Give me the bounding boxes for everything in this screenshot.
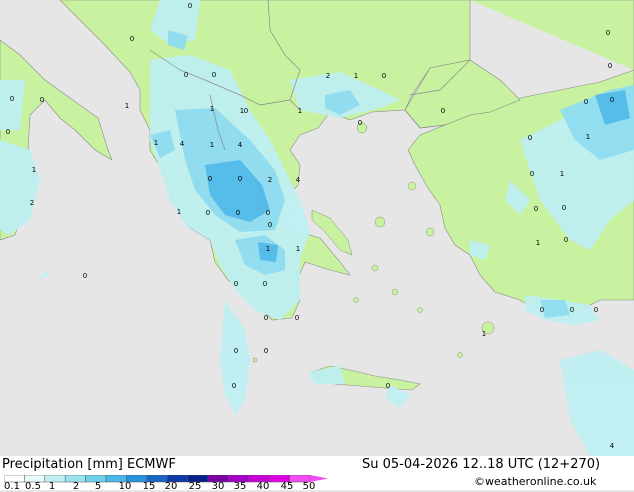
precip-value-label: 1 (536, 239, 540, 247)
precip-value-label: 1 (560, 170, 564, 178)
precip-value-label: 2 (326, 72, 330, 80)
precip-value-label: 1 (154, 139, 158, 147)
precip-value-label: 0 (212, 71, 216, 79)
legend-tick-label: 40 (256, 481, 270, 492)
legend-tick-label: 30 (211, 481, 225, 492)
precip-value-label: 1 (586, 133, 590, 141)
precip-value-label: 0 (562, 204, 566, 212)
precip-value-label: 0 (232, 382, 236, 390)
precip-value-label: 0 (386, 382, 390, 390)
precip-value-label: 1 (354, 72, 358, 80)
map-title: Precipitation [mm] ECMWF (2, 457, 176, 472)
precip-value-label: 0 (238, 175, 242, 183)
precip-value-label: 0 (10, 95, 14, 103)
precip-value-label: 4 (238, 141, 243, 149)
precip-value-label: 0 (382, 72, 386, 80)
precip-value-label: 1 (32, 166, 36, 174)
precip-value-label: 0 (236, 209, 240, 217)
precip-value-label: 4 (180, 140, 185, 148)
legend-tick-label: 45 (280, 481, 294, 492)
precip-value-label: 0 (266, 209, 270, 217)
legend-tick-label: 35 (233, 481, 247, 492)
legend-tick-label: 1 (48, 481, 56, 492)
precip-value-label: 0 (570, 306, 574, 314)
precip-value-label: 0 (234, 280, 238, 288)
precip-value-label: 4 (296, 176, 301, 184)
legend-tick-label: 25 (188, 481, 202, 492)
precip-value-label: 0 (130, 35, 134, 43)
precip-value-label: 1 (482, 330, 486, 338)
precipitation-map: 0 0 0 0 0 0 2 1 0 1 1 1 1 1 4 1 4 0 0 2 4 1 0 0 0 1 1 0 0 0 0 0 0 0 0 0 1 2 0 0… (0, 0, 634, 456)
precip-value-label: 0 (610, 96, 614, 104)
precip-value-label: 0 (441, 107, 445, 115)
precip-value-label: 0 (184, 71, 188, 79)
precip-value-label: 0 (264, 314, 268, 322)
precip-value-label: 0 (528, 134, 532, 142)
precip-value-label: 0 (263, 280, 267, 288)
precip-value-label: 0 (530, 170, 534, 178)
legend-tick-label: 50 (302, 481, 316, 492)
precip-value-label: 0 (564, 236, 568, 244)
precip-value-label: 0 (234, 347, 238, 355)
credit-link[interactable]: ©weatheronline.co.uk (474, 475, 596, 488)
legend-tick-label: 0.1 (4, 481, 20, 492)
precip-value-label: 1 (210, 141, 214, 149)
precip-value-label: 2 (30, 199, 34, 207)
precip-value-label: 0 (594, 306, 598, 314)
precip-value-label: 1 (298, 107, 302, 115)
precip-value-label: 1 (296, 245, 300, 253)
precip-value-label: 0 (268, 221, 272, 229)
precip-value-label: 0 (6, 128, 10, 136)
precip-value-label: 0 (584, 98, 588, 106)
precip-value-label: 4 (610, 442, 615, 450)
precip-value-label: 0 (206, 209, 210, 217)
legend-tick-label: 20 (164, 481, 178, 492)
precip-value-label: 0 (295, 314, 299, 322)
legend-tick-label: 2 (72, 481, 80, 492)
precip-value-label: 0 (534, 205, 538, 213)
precip-value-label: 1 (266, 245, 270, 253)
legend-tick-label: 15 (142, 481, 156, 492)
precip-value-label: 1 (125, 102, 129, 110)
legend-tick-label: 0.5 (25, 481, 41, 492)
precip-value-label: 0 (244, 107, 248, 115)
precip-value-label: 0 (608, 62, 612, 70)
precip-value-label: 0 (264, 347, 268, 355)
precip-value-label: 0 (358, 119, 362, 127)
precip-value-label: 0 (606, 29, 610, 37)
precip-value-label: 0 (40, 96, 44, 104)
precip-value-label: 0 (188, 2, 192, 10)
precip-value-label: 2 (268, 176, 272, 184)
precip-value-label: 1 (177, 208, 181, 216)
legend-tick-label: 5 (94, 481, 102, 492)
precip-value-label: 0 (540, 306, 544, 314)
legend-tick-label: 10 (118, 481, 132, 492)
forecast-datetime: Su 05-04-2026 12..18 UTC (12+270) (362, 457, 601, 472)
precip-value-label: 1 (210, 105, 214, 113)
precip-value-label: 0 (208, 175, 212, 183)
precip-value-label: 0 (83, 272, 87, 280)
